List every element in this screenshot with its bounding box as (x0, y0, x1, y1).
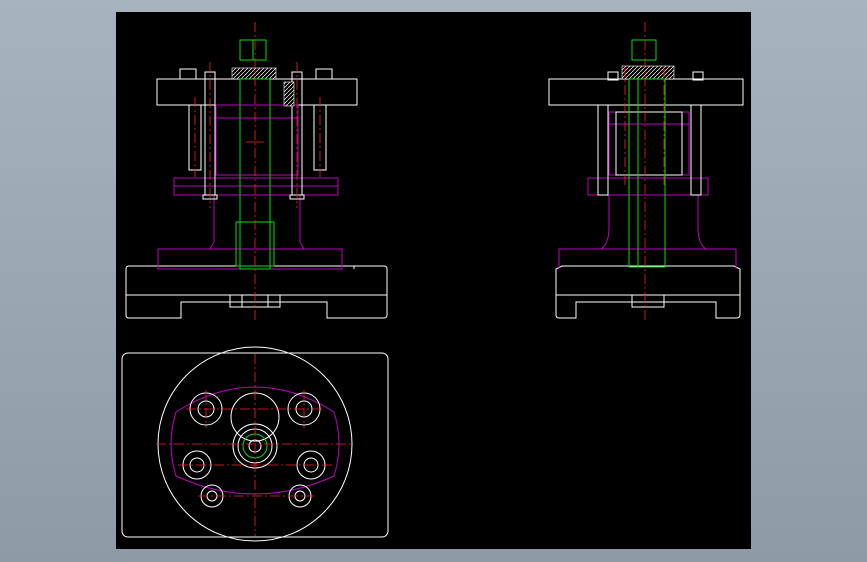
side-view (548, 22, 744, 320)
side-pedestal (558, 177, 737, 269)
cad-drawing-viewport[interactable] (116, 12, 751, 549)
front-guide-posts (179, 68, 333, 200)
front-clamp-body (215, 104, 299, 176)
side-top-plate (548, 78, 744, 106)
front-pedestal (157, 177, 343, 270)
side-base-plate (555, 265, 741, 319)
side-shaft (621, 39, 675, 308)
top-view (121, 346, 389, 542)
front-center-lines (194, 22, 321, 320)
front-base-plate (125, 265, 388, 319)
top-center-lines (156, 354, 354, 536)
front-view (125, 22, 388, 320)
cad-drawing-canvas (121, 22, 744, 542)
side-guide-posts (597, 71, 704, 196)
side-clamp-body (608, 111, 690, 176)
front-top-plate (156, 78, 358, 106)
